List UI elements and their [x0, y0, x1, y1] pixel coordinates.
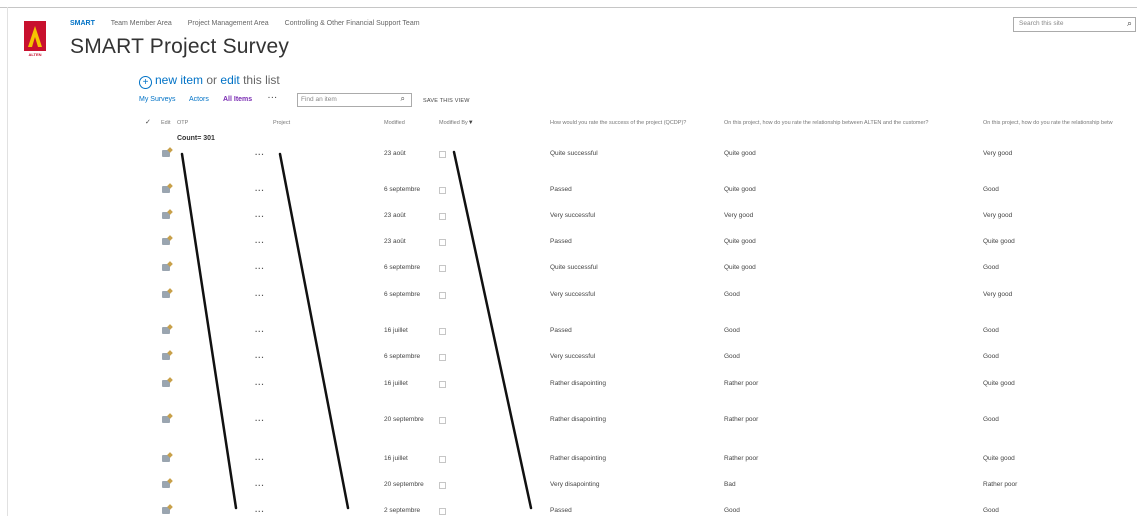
annotation-stroke [180, 152, 238, 510]
annotation-stroke [278, 152, 350, 510]
annotation-overlay [180, 150, 533, 510]
annotation-stroke [452, 150, 533, 510]
